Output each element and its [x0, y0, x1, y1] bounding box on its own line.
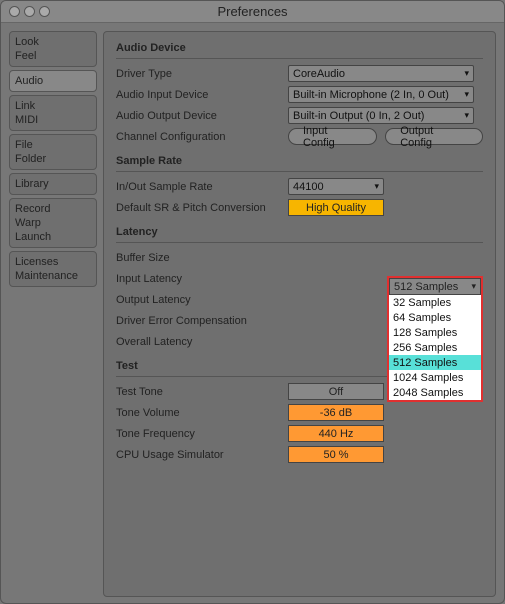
audio-output-label: Audio Output Device	[116, 110, 288, 122]
sidebar-item-launch[interactable]: Launch	[15, 230, 91, 244]
sidebar-group-record[interactable]: Record Warp Launch	[9, 198, 97, 248]
cpu-value[interactable]: 50 %	[288, 446, 384, 463]
row-inout-sample-rate: In/Out Sample Rate 44100	[116, 176, 483, 197]
sidebar-group-file-folder[interactable]: File Folder	[9, 134, 97, 170]
output-latency-label: Output Latency	[116, 294, 288, 306]
input-config-button[interactable]: Input Config	[288, 128, 377, 145]
sidebar-item-warp[interactable]: Warp	[15, 216, 91, 230]
buffer-option-2048[interactable]: 2048 Samples	[389, 385, 481, 400]
tone-freq-value[interactable]: 440 Hz	[288, 425, 384, 442]
buffer-option-128[interactable]: 128 Samples	[389, 325, 481, 340]
sidebar-group-licenses[interactable]: Licenses Maintenance	[9, 251, 97, 287]
section-sample-rate: Sample Rate	[116, 153, 483, 172]
sidebar-group-library[interactable]: Library	[9, 173, 97, 195]
section-audio-device: Audio Device	[116, 40, 483, 59]
tone-volume-label: Tone Volume	[116, 407, 288, 419]
sidebar-item-library[interactable]: Library	[15, 177, 91, 191]
main-panel: Audio Device Driver Type CoreAudio Audio…	[103, 31, 496, 597]
default-sr-label: Default SR & Pitch Conversion	[116, 202, 288, 214]
test-tone-toggle[interactable]: Off	[288, 383, 384, 400]
test-tone-label: Test Tone	[116, 386, 288, 398]
inout-sr-label: In/Out Sample Rate	[116, 181, 288, 193]
audio-output-select[interactable]: Built-in Output (0 In, 2 Out)	[288, 107, 474, 124]
output-config-button[interactable]: Output Config	[385, 128, 483, 145]
buffer-size-selected: 512 Samples	[394, 281, 458, 293]
row-channel-config: Channel Configuration Input Config Outpu…	[116, 126, 483, 147]
row-audio-input: Audio Input Device Built-in Microphone (…	[116, 84, 483, 105]
audio-input-label: Audio Input Device	[116, 89, 288, 101]
buffer-size-select[interactable]: 512 Samples	[389, 278, 481, 295]
tone-freq-label: Tone Frequency	[116, 428, 288, 440]
tone-volume-value[interactable]: -36 dB	[288, 404, 384, 421]
row-default-sr: Default SR & Pitch Conversion High Quali…	[116, 197, 483, 218]
sidebar-item-link[interactable]: Link	[15, 99, 91, 113]
row-tone-freq: Tone Frequency 440 Hz	[116, 423, 483, 444]
row-buffer-size: Buffer Size	[116, 247, 483, 268]
audio-output-value: Built-in Output (0 In, 2 Out)	[293, 110, 424, 122]
buffer-size-options: 32 Samples 64 Samples 128 Samples 256 Sa…	[389, 295, 481, 400]
window-title: Preferences	[1, 4, 504, 19]
inout-sr-select[interactable]: 44100	[288, 178, 384, 195]
sidebar-item-feel[interactable]: Feel	[15, 49, 91, 63]
sidebar-item-folder[interactable]: Folder	[15, 152, 91, 166]
sidebar: Look Feel Audio Link MIDI File Folder Li…	[9, 31, 97, 597]
buffer-option-32[interactable]: 32 Samples	[389, 295, 481, 310]
sidebar-item-maintenance[interactable]: Maintenance	[15, 269, 91, 283]
driver-type-select[interactable]: CoreAudio	[288, 65, 474, 82]
audio-input-value: Built-in Microphone (2 In, 0 Out)	[293, 89, 449, 101]
cpu-label: CPU Usage Simulator	[116, 449, 288, 461]
sidebar-group-link-midi[interactable]: Link MIDI	[9, 95, 97, 131]
buffer-size-dropdown[interactable]: 512 Samples 32 Samples 64 Samples 128 Sa…	[387, 276, 483, 402]
overall-latency-label: Overall Latency	[116, 336, 288, 348]
buffer-option-256[interactable]: 256 Samples	[389, 340, 481, 355]
buffer-size-label: Buffer Size	[116, 252, 288, 264]
sidebar-item-look[interactable]: Look	[15, 35, 91, 49]
buffer-option-1024[interactable]: 1024 Samples	[389, 370, 481, 385]
audio-input-select[interactable]: Built-in Microphone (2 In, 0 Out)	[288, 86, 474, 103]
row-tone-volume: Tone Volume -36 dB	[116, 402, 483, 423]
driver-type-label: Driver Type	[116, 68, 288, 80]
row-driver-type: Driver Type CoreAudio	[116, 63, 483, 84]
sidebar-item-file[interactable]: File	[15, 138, 91, 152]
sidebar-group-look-feel[interactable]: Look Feel	[9, 31, 97, 67]
sidebar-item-licenses[interactable]: Licenses	[15, 255, 91, 269]
inout-sr-value: 44100	[293, 181, 324, 193]
default-sr-toggle[interactable]: High Quality	[288, 199, 384, 216]
buffer-option-64[interactable]: 64 Samples	[389, 310, 481, 325]
driver-type-value: CoreAudio	[293, 68, 345, 80]
preferences-window: Preferences Look Feel Audio Link MIDI Fi…	[0, 0, 505, 604]
row-cpu-sim: CPU Usage Simulator 50 %	[116, 444, 483, 465]
channel-config-label: Channel Configuration	[116, 131, 288, 143]
buffer-option-512[interactable]: 512 Samples	[389, 355, 481, 370]
sidebar-item-midi[interactable]: MIDI	[15, 113, 91, 127]
sidebar-item-audio[interactable]: Audio	[15, 74, 91, 88]
driver-error-label: Driver Error Compensation	[116, 315, 288, 327]
sidebar-item-record[interactable]: Record	[15, 202, 91, 216]
input-latency-label: Input Latency	[116, 273, 288, 285]
sidebar-group-audio[interactable]: Audio	[9, 70, 97, 92]
content-area: Look Feel Audio Link MIDI File Folder Li…	[1, 23, 504, 604]
titlebar: Preferences	[1, 1, 504, 23]
row-audio-output: Audio Output Device Built-in Output (0 I…	[116, 105, 483, 126]
section-latency: Latency	[116, 224, 483, 243]
